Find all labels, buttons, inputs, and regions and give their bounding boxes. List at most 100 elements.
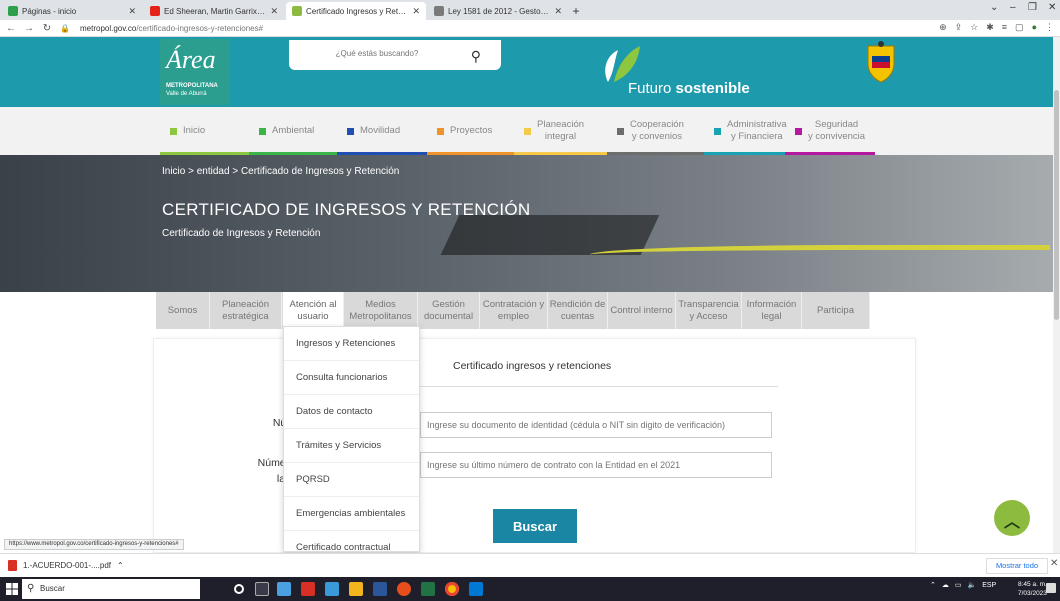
dropdown-menu-item[interactable]: Datos de contacto	[284, 395, 419, 429]
subnav-item[interactable]: Somos	[156, 292, 210, 329]
scrollbar-thumb[interactable]	[1054, 90, 1059, 320]
main-nav-item[interactable]: Cooperación y convenios	[617, 107, 684, 155]
subnav-item[interactable]: Participa	[802, 292, 870, 329]
zoom-icon[interactable]: ⊕	[939, 22, 947, 33]
search-input[interactable]	[297, 46, 457, 60]
sidepanel-icon[interactable]: ▢	[1015, 22, 1024, 33]
main-nav-item[interactable]: Movilidad	[347, 107, 400, 155]
task-view-icon[interactable]	[255, 582, 269, 596]
outlook-icon[interactable]	[469, 582, 483, 596]
main-nav-item[interactable]: Proyectos	[437, 107, 492, 155]
scroll-to-top-button[interactable]: ︿	[994, 500, 1030, 536]
download-bar: 1.-ACUERDO-001-....pdf ⌃ Mostrar todo ✕	[0, 553, 1060, 577]
excel-icon[interactable]	[421, 582, 435, 596]
acrobat-icon[interactable]	[301, 582, 315, 596]
profile-avatar-icon[interactable]: ●	[1032, 22, 1037, 33]
subnav-item[interactable]: Gestión documental	[418, 292, 480, 329]
subnav-item[interactable]: Información legal	[742, 292, 802, 329]
extensions-icon[interactable]: ✱	[986, 22, 994, 33]
system-tray: ⌃ ☁ ▭ 🔈 ESP	[930, 581, 996, 590]
main-nav-item[interactable]: Administrativa y Financiera	[714, 107, 787, 155]
minimize-button[interactable]: –	[1010, 2, 1016, 13]
subnav-item[interactable]: Transparencia y Acceso	[676, 292, 742, 329]
slogan: Futuro sostenible	[628, 80, 750, 97]
tab-title: Certificado Ingresos y Retencion...	[306, 6, 409, 16]
file-explorer-icon[interactable]	[349, 582, 363, 596]
reading-list-icon[interactable]: ≡	[1002, 22, 1007, 33]
main-nav-label: Ambiental	[272, 125, 315, 136]
taskbar-clock[interactable]: 8:45 a. m. 7/03/2023	[1018, 580, 1047, 598]
main-nav-label: Seguridad y convivencia	[808, 119, 866, 142]
main-nav-label: Inicio	[183, 125, 206, 136]
language-indicator[interactable]: ESP	[982, 582, 996, 589]
subnav-item[interactable]: Atención al usuario	[282, 292, 344, 329]
contract-number-input[interactable]	[420, 452, 772, 478]
dropdown-menu-item[interactable]: Trámites y Servicios	[284, 429, 419, 463]
word-icon[interactable]	[373, 582, 387, 596]
subnav-item[interactable]: Planeación estratégica	[210, 292, 282, 329]
search-icon[interactable]: ⚲	[471, 48, 481, 65]
main-nav-item[interactable]: Seguridad y convivencia	[795, 107, 865, 155]
tab-title: Ley 1581 de 2012 - Gestor Norm...	[448, 6, 550, 16]
close-tab-icon[interactable]: ✕	[270, 6, 278, 17]
taskbar-search[interactable]: ⚲ Buscar	[22, 579, 200, 599]
tab-favicon-icon	[434, 6, 444, 16]
notifications-icon[interactable]	[1046, 583, 1056, 593]
dropdown-menu-item[interactable]: Ingresos y Retenciones	[284, 327, 419, 361]
status-url-tooltip: https://www.metropol.gov.co/certificado-…	[4, 539, 184, 550]
close-tab-icon[interactable]: ✕	[412, 6, 420, 17]
dropdown-menu-item[interactable]: Certificado contractual	[284, 531, 419, 551]
dropdown-menu-item[interactable]: Emergencias ambientales	[284, 497, 419, 531]
subnav-item[interactable]: Rendición de cuentas	[548, 292, 608, 329]
url-field[interactable]: metropol.gov.co/certificado-ingresos-y-r…	[80, 24, 263, 33]
main-nav-item[interactable]: Inicio	[170, 107, 205, 155]
show-all-downloads-button[interactable]: Mostrar todo	[986, 558, 1048, 574]
subnav-item[interactable]: Control interno	[608, 292, 676, 329]
windows-taskbar: ⚲ Buscar ⌃ ☁ ▭ 🔈 ESP 8:45 a. m. 7/03/2023	[0, 577, 1060, 601]
chrome-icon[interactable]	[445, 582, 459, 596]
bookmark-star-icon[interactable]: ☆	[970, 22, 978, 33]
share-icon[interactable]: ⇪	[955, 22, 963, 33]
dropdown-menu-item[interactable]: PQRSD	[284, 463, 419, 497]
tray-expand-icon[interactable]: ⌃	[930, 581, 936, 589]
close-tab-icon[interactable]: ✕	[554, 6, 562, 17]
close-download-bar-icon[interactable]: ✕	[1050, 558, 1058, 569]
forward-arrow-icon[interactable]: →	[22, 23, 36, 34]
new-tab-button[interactable]: +	[568, 2, 584, 20]
menu-dots-icon[interactable]: ⋮	[1045, 22, 1054, 33]
nav-color-square-icon	[437, 127, 444, 135]
breadcrumb[interactable]: Inicio > entidad > Certificado de Ingres…	[162, 166, 399, 177]
edge-icon[interactable]	[325, 582, 339, 596]
subnav-item[interactable]: Contratación y empleo	[480, 292, 548, 329]
dropdown-menu-item[interactable]: Consulta funcionarios	[284, 361, 419, 395]
close-window-button[interactable]: ✕	[1048, 2, 1056, 13]
windows-start-icon[interactable]	[6, 583, 18, 595]
hero-banner	[0, 155, 1060, 292]
form-divider	[420, 386, 778, 387]
chevron-up-icon[interactable]: ⌃	[117, 561, 124, 570]
people-app-icon[interactable]	[277, 582, 291, 596]
volume-icon[interactable]: 🔈	[968, 581, 977, 589]
network-icon[interactable]: ▭	[955, 581, 962, 589]
buscar-button[interactable]: Buscar	[493, 509, 577, 543]
browser-tab[interactable]: Páginas - inicio ✕	[2, 2, 142, 20]
document-id-input[interactable]	[420, 412, 772, 438]
onedrive-icon[interactable]: ☁	[942, 581, 949, 589]
download-item[interactable]: 1.-ACUERDO-001-....pdf ⌃	[8, 560, 124, 571]
main-nav-item[interactable]: Planeación integral	[524, 107, 584, 155]
tab-search-icon[interactable]: ⌄	[990, 2, 998, 13]
browser-tab[interactable]: Ley 1581 de 2012 - Gestor Norm... ✕	[428, 2, 568, 20]
back-arrow-icon[interactable]: ←	[4, 23, 18, 34]
cortana-icon[interactable]	[234, 584, 244, 594]
site-search: ⚲	[289, 40, 501, 70]
main-nav-item[interactable]: Ambiental	[259, 107, 314, 155]
area-metropolitana-logo[interactable]: Área METROPOLITANA Valle de Aburrá	[160, 39, 230, 105]
close-tab-icon[interactable]: ✕	[128, 6, 136, 17]
browser-tab[interactable]: Certificado Ingresos y Retencion...✕	[286, 2, 426, 20]
chevron-up-icon: ︿	[1004, 514, 1021, 531]
reload-icon[interactable]: ↻	[40, 23, 54, 34]
subnav-item[interactable]: Medios Metropolitanos	[344, 292, 418, 329]
app-icon-orange[interactable]	[397, 582, 411, 596]
maximize-button[interactable]: ❐	[1028, 2, 1037, 13]
browser-tab[interactable]: Ed Sheeran, Martin Garrix, K... ✕	[144, 2, 284, 20]
